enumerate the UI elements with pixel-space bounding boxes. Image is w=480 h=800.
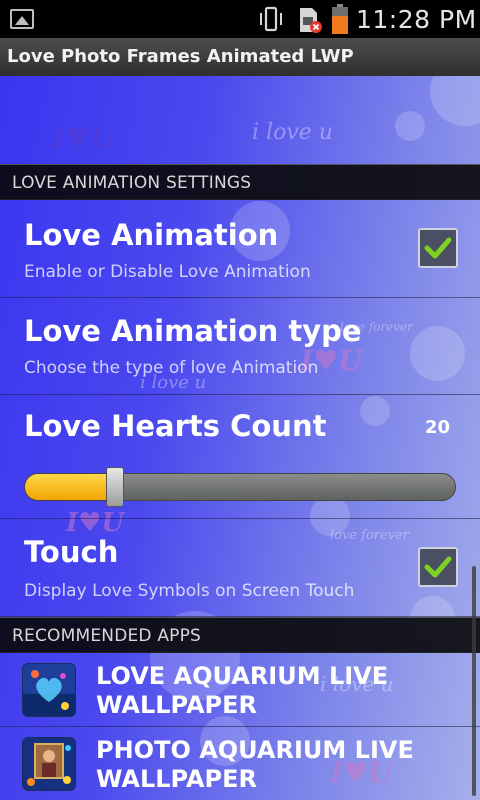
- no-sim-icon: [300, 8, 322, 33]
- touch-title: Touch: [24, 535, 119, 569]
- touch-row[interactable]: Touch Display Love Symbols on Screen Tou…: [0, 519, 480, 617]
- clock: 11:28 PM: [356, 5, 477, 34]
- love-aquarium-label: LOVE AQUARIUM LIVE WALLPAPER: [96, 662, 389, 719]
- app-bar: Love Photo Frames Animated LWP: [0, 38, 480, 77]
- photo-aquarium-label: PHOTO AQUARIUM LIVE WALLPAPER: [96, 736, 414, 793]
- hearts-count-slider[interactable]: [24, 473, 456, 501]
- touch-checkbox[interactable]: [418, 547, 458, 587]
- photo-aquarium-app-icon: [22, 737, 76, 791]
- animation-type-title: Love Animation type: [24, 314, 362, 348]
- animation-type-row[interactable]: Love Animation type Choose the type of l…: [0, 298, 480, 395]
- recommended-app-love-aquarium[interactable]: LOVE AQUARIUM LIVE WALLPAPER: [0, 653, 480, 727]
- animation-type-summary: Choose the type of love Animation: [24, 358, 319, 378]
- hearts-count-title: Love Hearts Count: [24, 409, 327, 443]
- status-bar: 11:28 PM: [0, 0, 480, 38]
- love-animation-title: Love Animation: [24, 218, 279, 252]
- slider-thumb[interactable]: [105, 467, 124, 507]
- love-aquarium-app-icon: [22, 663, 76, 717]
- recommended-header: RECOMMENDED APPS: [0, 617, 480, 653]
- wallpaper-bubble: [395, 111, 425, 141]
- wallpaper-bubble: [430, 76, 480, 126]
- love-animation-summary: Enable or Disable Love Animation: [24, 262, 311, 282]
- scrollbar[interactable]: [472, 566, 476, 796]
- checkmark-icon: [424, 556, 452, 578]
- app-title: Love Photo Frames Animated LWP: [7, 46, 354, 67]
- wallpaper-iu-text: I♥U: [52, 122, 115, 155]
- hearts-count-row: Love Hearts Count 20: [0, 395, 480, 519]
- touch-summary: Display Love Symbols on Screen Touch: [24, 581, 355, 601]
- section-title: LOVE ANIMATION SETTINGS: [12, 173, 252, 193]
- recommended-app-photo-aquarium[interactable]: PHOTO AQUARIUM LIVE WALLPAPER: [0, 727, 480, 800]
- love-animation-checkbox[interactable]: [418, 228, 458, 268]
- love-settings-header: LOVE ANIMATION SETTINGS: [0, 164, 480, 200]
- vibrate-icon: [260, 6, 282, 32]
- battery-icon: [332, 4, 348, 34]
- slider-fill: [25, 474, 116, 500]
- hearts-count-value: 20: [424, 417, 450, 438]
- wallpaper-script-text: i love u: [252, 120, 333, 145]
- love-animation-row[interactable]: Love Animation Enable or Disable Love An…: [0, 200, 480, 298]
- section-title: RECOMMENDED APPS: [12, 626, 202, 646]
- image-notification-icon: [10, 9, 34, 29]
- settings-screen: I♥U i love u I♥U love forever i love u I…: [0, 76, 480, 800]
- checkmark-icon: [424, 237, 452, 259]
